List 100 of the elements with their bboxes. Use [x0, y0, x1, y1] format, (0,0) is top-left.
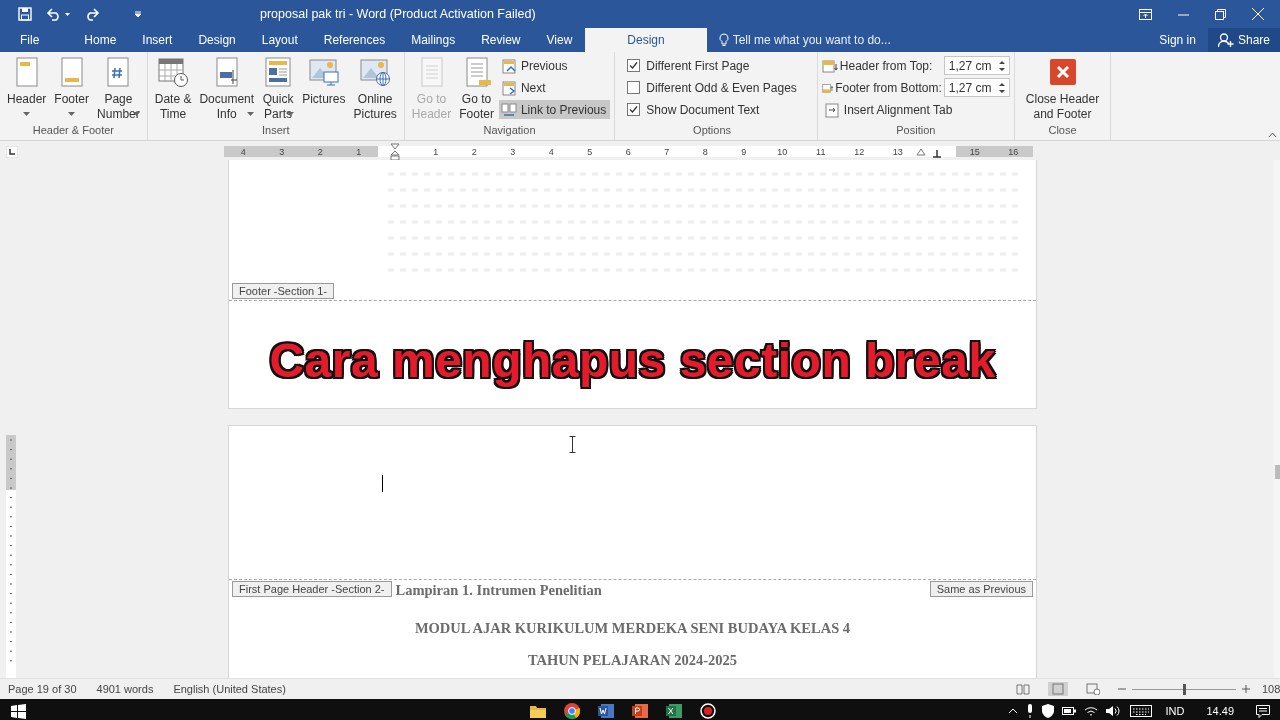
shield-icon[interactable] [1041, 704, 1054, 718]
ribbon-button[interactable]: Footer [51, 54, 93, 122]
word-app-icon[interactable] [598, 703, 614, 719]
input-language[interactable]: IND [1165, 705, 1185, 717]
header-section-tag: First Page Header -Section 2- [232, 581, 392, 598]
right-indent-icon[interactable] [916, 148, 926, 156]
slider-thumb[interactable] [1183, 683, 1186, 695]
spinner-field[interactable]: 1,27 cm [943, 78, 1010, 97]
lightbulb-icon [718, 33, 729, 47]
ribbon-tab[interactable]: Layout [248, 28, 311, 52]
folder-icon[interactable] [530, 704, 546, 718]
clock-time[interactable]: 14.49 [1206, 705, 1234, 717]
checkbox[interactable] [627, 103, 641, 116]
ribbon-button[interactable]: Pictures [299, 54, 349, 124]
browser-icon[interactable] [564, 703, 580, 719]
slides-app-icon[interactable] [632, 703, 648, 719]
group-label: Options [692, 124, 732, 138]
ribbon-tab[interactable]: References [310, 28, 399, 52]
keyboard-icon[interactable] [1129, 705, 1152, 717]
record-icon[interactable] [700, 703, 716, 719]
redo-icon[interactable] [84, 7, 100, 21]
document-heading: Lampiran 1. Intrumen Penelitian [395, 582, 602, 600]
ribbon-tab[interactable]: Home [71, 28, 130, 52]
ribbon-button[interactable]: Document Info [196, 54, 258, 122]
collapse-ribbon-icon[interactable] [1268, 132, 1277, 138]
ribbon-tab[interactable]: Review [468, 28, 534, 52]
checkbox-label: Different Odd & Even Pages [646, 80, 797, 95]
footer-section-tag: Footer -Section 1- [232, 283, 335, 299]
sheet-app-icon[interactable] [666, 703, 682, 719]
tell-me-field[interactable]: Tell me what you want to do... [718, 28, 903, 52]
i-beam-cursor-icon [569, 436, 576, 454]
ribbon-button[interactable]: Online Pictures [350, 54, 400, 124]
word-count[interactable]: 4901 words [96, 683, 154, 695]
checkbox-label: Different First Page [646, 58, 750, 73]
video-caption: Cara menghapus section break [268, 333, 997, 388]
language-status[interactable]: English (United States) [173, 683, 286, 695]
read-mode-icon[interactable] [1016, 683, 1030, 695]
picture-globe-icon [359, 56, 392, 88]
ribbon-button[interactable]: Page Number [94, 54, 143, 122]
calendar-clock-icon [157, 56, 190, 88]
save-icon[interactable] [18, 7, 32, 21]
document-heading: TAHUN PELAJARAN 2024-2025 [527, 652, 738, 669]
alignment-tab-icon [823, 101, 840, 118]
document-heading: MODUL AJAR KURIKULUM MERDEKA SENI BUDAYA KELAS 4 [414, 620, 851, 637]
share-button[interactable]: Share [1207, 28, 1280, 52]
zoom-in-icon[interactable] [1242, 685, 1250, 693]
checkbox[interactable] [627, 59, 641, 72]
spin-arrows-icon[interactable] [998, 81, 1005, 94]
sign-in-link[interactable]: Sign in [1147, 28, 1208, 52]
spinner-field[interactable]: 1,27 cm [943, 56, 1010, 75]
link-pages-icon [500, 101, 517, 118]
ribbon-button[interactable]: Go to Footer [456, 54, 497, 124]
close-icon[interactable] [1252, 8, 1264, 20]
field-label: Header from Top: [839, 58, 933, 73]
group-label: Navigation [482, 124, 537, 138]
chevron-up-icon[interactable] [1007, 708, 1018, 714]
previous-header-icon [500, 57, 517, 74]
picture-monitor-icon [307, 56, 340, 88]
ribbon-button[interactable]: Insert Alignment Tab [821, 100, 1010, 119]
spin-arrows-icon[interactable] [998, 59, 1005, 72]
tab-stop-icon[interactable] [6, 145, 18, 158]
checkbox[interactable] [627, 81, 641, 94]
field-label: Footer from Bottom: [835, 80, 942, 95]
battery-icon[interactable] [1061, 706, 1076, 716]
same-as-previous-tag: Same as Previous [929, 581, 1033, 598]
window-title: proposal pak tri - Word (Product Activation Failed) [259, 7, 537, 21]
microphone-icon[interactable] [1025, 704, 1034, 718]
ribbon-tab[interactable]: Design [585, 28, 707, 52]
restore-icon[interactable] [1215, 8, 1226, 20]
next-header-icon [500, 79, 517, 96]
ribbon-button[interactable]: Date & Time [151, 54, 195, 124]
header-top-icon [821, 57, 838, 74]
ribbon-tab[interactable]: Design [185, 28, 249, 52]
ribbon-tab[interactable]: View [533, 28, 586, 52]
ribbon-tab[interactable]: Insert [129, 28, 186, 52]
ribbon-button[interactable]: Link to Previous [498, 100, 611, 119]
zoom-level[interactable]: 108 [1262, 683, 1280, 695]
ribbon-tab[interactable]: Mailings [398, 28, 469, 52]
person-add-icon [1217, 33, 1234, 47]
wifi-icon[interactable] [1083, 705, 1098, 717]
ribbon-button[interactable]: Next [498, 78, 611, 97]
undo-icon[interactable] [46, 7, 70, 21]
tab-stop-marker-icon[interactable] [932, 150, 942, 160]
web-layout-icon[interactable] [1086, 683, 1100, 695]
notifications-icon[interactable] [1256, 704, 1270, 718]
start-icon[interactable] [11, 703, 26, 719]
ribbon-button[interactable]: Header [4, 54, 50, 122]
horizontal-ruler: 4 3 2 1 1 2 3 4 5 6 7 8 9 10 11 12 13 15 16 [224, 146, 1033, 157]
ribbon-button[interactable]: Quick Parts [259, 54, 298, 122]
ribbon-button[interactable]: Close Header and Footer [1022, 54, 1103, 124]
group-label: Position [895, 124, 937, 138]
ribbon-tab[interactable]: File [0, 28, 72, 52]
ribbon-button[interactable]: Previous [498, 56, 611, 75]
speaker-icon[interactable] [1105, 705, 1122, 717]
ribbon-display-icon[interactable] [1139, 8, 1152, 20]
text-cursor [382, 475, 383, 493]
page-count[interactable]: Page 19 of 30 [8, 683, 77, 695]
customize-toolbar-icon[interactable] [134, 10, 142, 18]
group-label: Header & Footer [31, 124, 116, 138]
indent-marker-icon[interactable] [390, 143, 400, 161]
